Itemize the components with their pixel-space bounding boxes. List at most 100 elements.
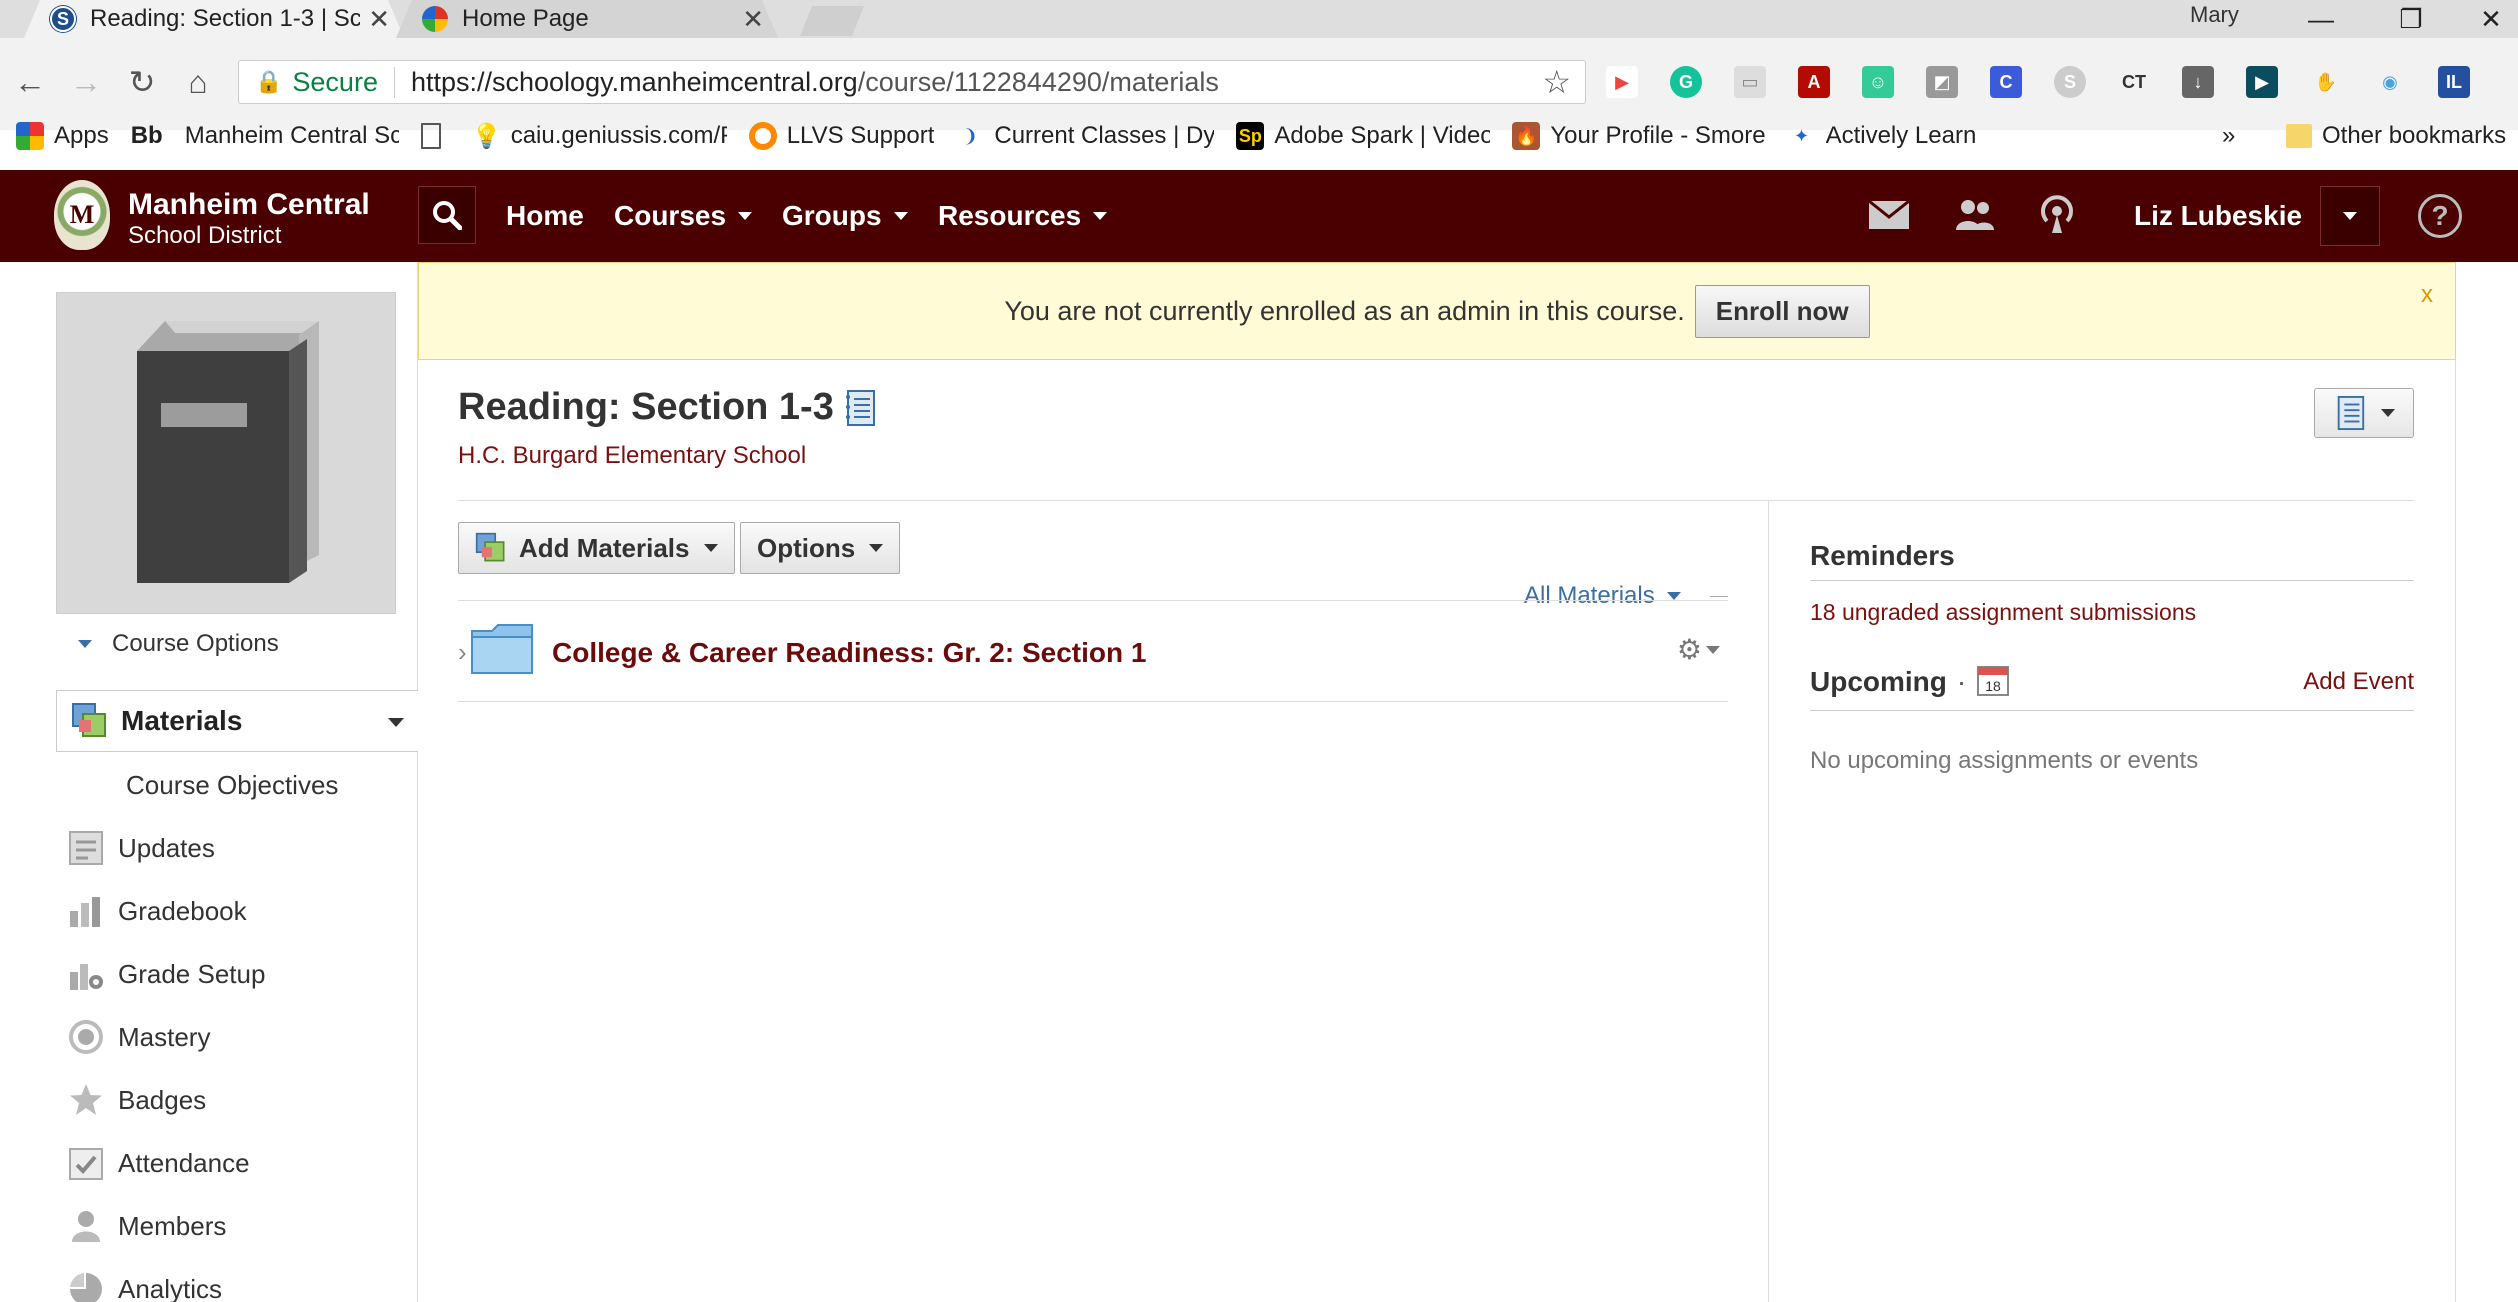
- extension-download-icon[interactable]: ↓: [2182, 66, 2214, 98]
- nav-courses[interactable]: Courses: [614, 170, 753, 262]
- sidebar-item-mastery[interactable]: Mastery: [66, 1015, 210, 1059]
- nav-resources[interactable]: Resources: [938, 170, 1108, 262]
- district-seal-icon[interactable]: M: [54, 180, 110, 250]
- bookmark-adobe-spark[interactable]: Sp Adobe Spark | Video: [1236, 122, 1490, 150]
- extension-s-icon[interactable]: S: [2054, 66, 2086, 98]
- messages-envelope-icon[interactable]: [1866, 192, 1912, 238]
- material-folder-row[interactable]: › College & Career Readiness: Gr. 2: Sec…: [458, 600, 1728, 702]
- folder-actions-button[interactable]: ⚙: [1677, 633, 1720, 666]
- address-bar[interactable]: 🔒 Secure https://schoology.manheimcentra…: [238, 60, 1586, 104]
- home-icon[interactable]: ⌂: [178, 62, 218, 102]
- bookmark-caiu[interactable]: 💡 caiu.geniussis.com/P: [472, 122, 727, 150]
- close-window-icon[interactable]: ✕: [2456, 0, 2518, 38]
- other-bookmarks[interactable]: Other bookmarks: [2286, 122, 2518, 150]
- logo-line-1[interactable]: Manheim Central: [128, 188, 370, 222]
- bookmark-smore[interactable]: 🔥 Your Profile - Smore: [1512, 122, 1766, 150]
- restore-icon[interactable]: ❐: [2376, 0, 2446, 38]
- course-picture: [56, 292, 396, 614]
- banner-close-icon[interactable]: x: [2421, 281, 2433, 309]
- bookmark-star-icon[interactable]: ☆: [1542, 63, 1571, 101]
- browser-tab-home[interactable]: Home Page ✕: [396, 0, 778, 38]
- window-user-name[interactable]: Mary: [2190, 2, 2239, 28]
- secure-label: Secure: [292, 66, 395, 98]
- new-tab-button[interactable]: [800, 6, 864, 36]
- sidebar-item-course-objectives[interactable]: Course Objectives: [126, 770, 338, 801]
- user-menu-button[interactable]: [2320, 186, 2380, 246]
- sidebar-item-grade-setup[interactable]: Grade Setup: [66, 952, 265, 996]
- analytics-icon: [66, 1269, 106, 1302]
- extension-face-icon[interactable]: ☺: [1862, 66, 1894, 98]
- chevron-down-icon[interactable]: [388, 718, 404, 727]
- upcoming-divider: [1810, 710, 2414, 711]
- folder-name-link[interactable]: College & Career Readiness: Gr. 2: Secti…: [552, 637, 1146, 669]
- sidebar-item-members[interactable]: Members: [66, 1204, 226, 1248]
- folder-icon: [2286, 124, 2312, 148]
- page-title: Reading: Section 1-3: [458, 386, 878, 429]
- minimize-icon[interactable]: —: [2286, 0, 2356, 38]
- chevron-down-icon: [2343, 212, 2357, 220]
- star-badge-icon: [66, 1080, 106, 1120]
- user-name[interactable]: Liz Lubeskie: [2134, 170, 2302, 262]
- bookmark-manheim[interactable]: Manheim Central Sc: [185, 122, 399, 150]
- extension-cast-icon[interactable]: ▶: [1606, 66, 1638, 98]
- extension-screen-icon[interactable]: ▭: [1734, 66, 1766, 98]
- expand-chevron-icon[interactable]: ›: [458, 637, 467, 668]
- browser-tab-active[interactable]: S Reading: Section 1-3 | Sch ✕: [24, 0, 404, 38]
- header-search-button[interactable]: [418, 186, 476, 244]
- requests-people-icon[interactable]: [1952, 192, 1998, 238]
- back-icon[interactable]: ←: [10, 62, 50, 102]
- bookmark-page[interactable]: [420, 123, 451, 149]
- add-materials-button[interactable]: Add Materials: [458, 522, 735, 574]
- nav-home[interactable]: Home: [506, 170, 584, 262]
- enroll-now-button[interactable]: Enroll now: [1694, 284, 1870, 338]
- content-right-border: [2455, 360, 2456, 1302]
- calendar-icon[interactable]: 18: [1976, 663, 2010, 702]
- extension-c-icon[interactable]: C: [1990, 66, 2022, 98]
- help-icon[interactable]: ?: [2418, 194, 2462, 238]
- extension-circle-icon[interactable]: ◉: [2374, 66, 2406, 98]
- url-text[interactable]: https://schoology.manheimcentral.org/cou…: [395, 67, 1219, 98]
- bookmark-llvs[interactable]: LLVS Support: [748, 122, 934, 150]
- course-profile-menu-button[interactable]: [2314, 388, 2414, 438]
- sidebar-item-attendance[interactable]: Attendance: [66, 1141, 250, 1185]
- add-event-link[interactable]: Add Event: [2303, 668, 2414, 696]
- reload-icon[interactable]: ↻: [122, 62, 162, 102]
- nav-groups[interactable]: Groups: [782, 170, 908, 262]
- bookmark-apps[interactable]: Apps: [16, 122, 109, 150]
- members-person-icon: [66, 1206, 106, 1246]
- home-page-favicon-icon: [422, 6, 448, 32]
- chevron-down-icon: [1666, 592, 1681, 600]
- bookmark-current-classes[interactable]: ❩ Current Classes | Dy: [956, 122, 1215, 150]
- bookmark-bb[interactable]: Bb: [131, 122, 163, 150]
- logo-line-2[interactable]: School District: [128, 222, 281, 250]
- filter-dash: [1710, 596, 1728, 597]
- enrollment-banner: You are not currently enrolled as an adm…: [418, 262, 2456, 360]
- bookmarks-overflow[interactable]: »: [2222, 122, 2235, 150]
- close-tab-icon[interactable]: ✕: [742, 4, 764, 35]
- school-name-link[interactable]: H.C. Burgard Elementary School: [458, 442, 806, 470]
- adobe-pdf-icon[interactable]: A: [1798, 66, 1830, 98]
- sidebar-item-materials[interactable]: Materials: [56, 690, 418, 752]
- bookmarks-bar: Apps Bb Manheim Central Sc 💡 caiu.genius…: [0, 118, 2518, 154]
- course-options-toggle[interactable]: Course Options: [78, 630, 279, 658]
- close-tab-icon[interactable]: ✕: [368, 4, 390, 35]
- sidebar-item-badges[interactable]: Badges: [66, 1078, 206, 1122]
- grammarly-icon[interactable]: G: [1670, 66, 1702, 98]
- notifications-broadcast-icon[interactable]: [2034, 192, 2080, 238]
- extension-play-icon[interactable]: ▶: [2246, 66, 2278, 98]
- extension-il-icon[interactable]: IL: [2438, 66, 2470, 98]
- ungraded-submissions-link[interactable]: 18 ungraded assignment submissions: [1810, 599, 2414, 626]
- notebook-icon: [845, 389, 875, 426]
- extension-gray-icon[interactable]: ◩: [1926, 66, 1958, 98]
- banner-message: You are not currently enrolled as an adm…: [1004, 295, 1685, 326]
- sidebar-item-analytics[interactable]: Analytics: [66, 1267, 222, 1302]
- chevron-down-icon: [703, 544, 718, 552]
- extension-ct-icon[interactable]: CT: [2118, 66, 2150, 98]
- attendance-icon: [66, 1143, 106, 1183]
- sidebar-item-gradebook[interactable]: Gradebook: [66, 889, 247, 933]
- extension-hand-icon[interactable]: ✋: [2310, 66, 2342, 98]
- bookmark-actively-learn[interactable]: ✦ Actively Learn: [1788, 122, 1976, 150]
- forward-icon[interactable]: →: [66, 62, 106, 102]
- sidebar-item-updates[interactable]: Updates: [66, 826, 215, 870]
- options-button[interactable]: Options: [740, 522, 901, 574]
